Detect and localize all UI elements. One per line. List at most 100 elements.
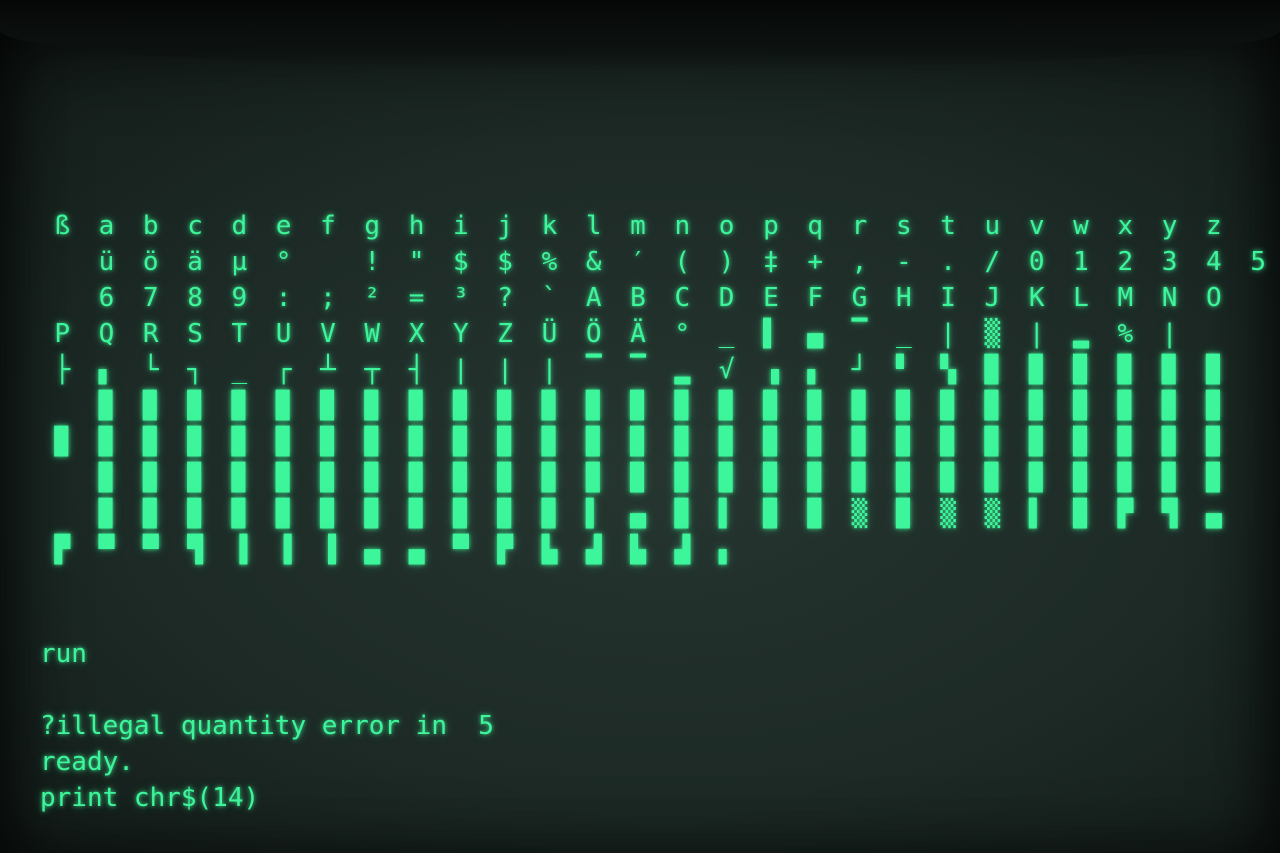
glyph-cell: z <box>1206 211 1222 241</box>
glyph-cell <box>40 280 84 316</box>
glyph-cell: y <box>1161 211 1178 241</box>
glyph-cell: ▉ <box>187 463 203 493</box>
glyph-cell: ▉ <box>320 463 336 493</box>
glyph-cell: ▐ <box>231 535 248 565</box>
glyph-cell: = <box>408 283 425 313</box>
glyph-cell: ▖ <box>718 535 735 565</box>
glyph-cell: ▉ <box>1028 427 1045 457</box>
glyph-cell: ▉ <box>585 391 602 421</box>
glyph-cell: ▖ <box>98 355 115 385</box>
glyph-cell: B <box>630 283 646 313</box>
glyph-cell: ▉ <box>630 391 646 421</box>
glyph-cell: s <box>895 211 912 241</box>
glyph-cell: k <box>541 211 558 241</box>
glyph-cell: ▉ <box>98 391 115 421</box>
glyph-cell: T <box>231 319 248 349</box>
glyph-cell: ▉ <box>718 427 735 457</box>
glyph-cell: ▉ <box>674 391 691 421</box>
glyph-cell: µ <box>231 247 248 277</box>
glyph-cell: ▄ <box>408 535 425 565</box>
glyph-cell: ° <box>674 319 691 349</box>
glyph-cell: ▉ <box>364 463 381 493</box>
basic-terminal-output[interactable]: run ?illegal quantity error in 5 ready. … <box>40 636 1040 816</box>
glyph-cell: S <box>187 319 203 349</box>
glyph-cell: 8 <box>187 283 203 313</box>
glyph-cell: ▉ <box>320 427 336 457</box>
glyph-cell: | <box>940 319 956 349</box>
terminal-command-text: print chr$(14) <box>40 783 260 813</box>
glyph-cell: V <box>320 319 336 349</box>
glyph-row: 6 7 8 9:; ² = ³? ` A B C D E F G H I J K L M N O <box>40 280 1240 316</box>
glyph-cell: ; <box>320 283 336 313</box>
glyph-cell: ▉ <box>275 427 292 457</box>
glyph-cell: t <box>940 211 956 241</box>
glyph-cell: ▉ <box>452 427 469 457</box>
glyph-cell: ß <box>54 211 70 241</box>
glyph-cell: ▉ <box>851 391 868 421</box>
glyph-cell: ▉ <box>98 463 115 493</box>
glyph-cell: ▂ <box>1073 319 1089 349</box>
glyph-cell: & <box>585 247 602 277</box>
glyph-cell: ▉ <box>763 391 779 421</box>
glyph-cell: ▉ <box>940 463 956 493</box>
glyph-cell: ▌ <box>1028 499 1045 529</box>
glyph-cell: g <box>364 211 381 241</box>
glyph-cell: ▉ <box>1117 427 1134 457</box>
glyph-cell: ▉ <box>807 427 824 457</box>
glyph-cell <box>40 496 84 532</box>
terminal-line-current-command[interactable]: print chr$(14) <box>40 780 1040 816</box>
glyph-cell: ▉ <box>142 391 159 421</box>
glyph-cell: ▉ <box>1028 463 1045 493</box>
glyph-cell: a <box>98 211 115 241</box>
glyph-cell: Q <box>98 319 115 349</box>
glyph-cell: ′ <box>630 247 646 277</box>
glyph-cell: 2 <box>1117 247 1134 277</box>
glyph-cell: ▉ <box>630 463 646 493</box>
glyph-cell: 6 <box>98 283 115 313</box>
glyph-cell: ) <box>718 247 735 277</box>
glyph-cell: ▚ <box>940 355 956 385</box>
glyph-cell: r <box>851 211 868 241</box>
glyph-cell: ├ <box>54 355 70 385</box>
glyph-cell: ┐ <box>187 355 203 385</box>
glyph-cell: ▉ <box>674 427 691 457</box>
glyph-cell: | <box>452 355 469 385</box>
glyph-cell: Ü <box>541 319 558 349</box>
glyph-cell: √ <box>718 355 735 385</box>
glyph-cell: ▂ <box>674 355 691 385</box>
glyph-cell <box>40 460 84 496</box>
glyph-cell: ▉ <box>541 391 558 421</box>
glyph-cell: ▉ <box>1073 355 1089 385</box>
glyph-cell: ▛ <box>54 535 70 565</box>
glyph-cell: 5 <box>1250 247 1266 277</box>
glyph-cell: D <box>718 283 735 313</box>
glyph-cell: ▉ <box>231 391 248 421</box>
glyph-cell: ▘ <box>895 355 912 385</box>
glyph-cell: ▉ <box>984 355 1001 385</box>
glyph-cell: ▉ <box>718 463 735 493</box>
glyph-cell: ä <box>187 247 203 277</box>
glyph-cell: ▄ <box>364 535 381 565</box>
glyph-cell: ▔ <box>585 355 602 385</box>
glyph-cell: x <box>1117 211 1134 241</box>
character-set-display: ßabcdefghijklmnopqrstuvwxyz ü ö ä µ ° ! " $ $% &… <box>40 208 1266 568</box>
glyph-cell: ▉ <box>895 499 912 529</box>
glyph-row: ▉ ▉ ▉ ▉ ▉ ▉ ▉ ▉ ▉ ▉ ▉ ▉ ▉ ▉ ▉ ▉ ▉ ▉ ▉ ▉ ▉ ▉ ▉ ▉ ▉ ▉ ▉ <box>40 424 1240 460</box>
glyph-cell: ² <box>364 283 381 313</box>
glyph-cell <box>40 388 84 424</box>
glyph-cell: ▉ <box>275 499 292 529</box>
glyph-cell: ▉ <box>807 463 824 493</box>
glyph-cell: ▉ <box>231 463 248 493</box>
glyph-cell: ▔ <box>630 355 646 385</box>
glyph-cell: ▒ <box>984 319 1001 349</box>
glyph-cell: ▉ <box>364 391 381 421</box>
glyph-cell: _ <box>718 319 735 349</box>
glyph-cell: ▉ <box>851 427 868 457</box>
glyph-cell: ▉ <box>807 499 824 529</box>
glyph-cell: ▉ <box>187 499 203 529</box>
glyph-cell: | <box>1161 319 1178 349</box>
glyph-cell: 4 <box>1206 247 1222 277</box>
glyph-cell: ▉ <box>98 427 115 457</box>
glyph-cell: ┌ <box>275 355 292 385</box>
glyph-cell: ▉ <box>452 499 469 529</box>
